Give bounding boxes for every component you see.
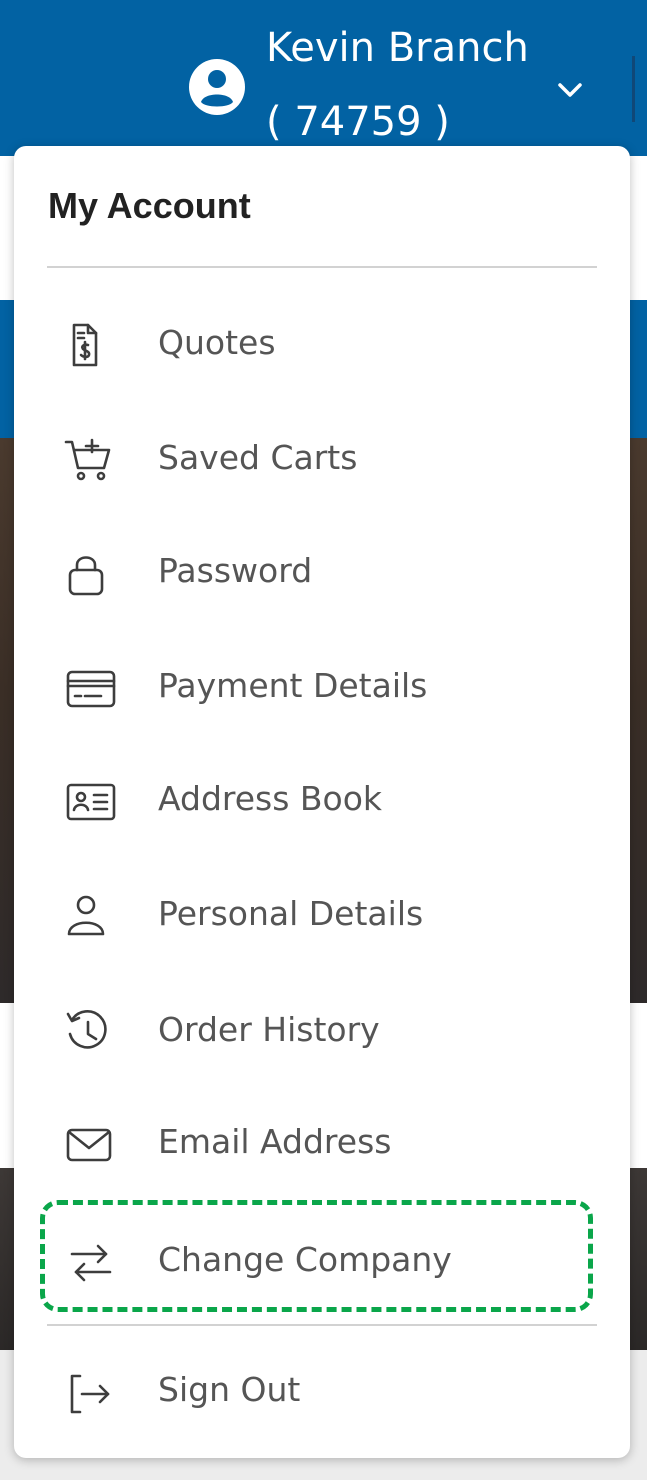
quote-document-icon <box>64 321 118 371</box>
menu-item-payment-details[interactable]: Payment Details <box>44 642 600 732</box>
credit-card-icon <box>64 664 118 714</box>
menu-item-address-book[interactable]: Address Book <box>44 755 600 845</box>
envelope-icon <box>64 1120 118 1170</box>
menu-sign-out-divider <box>47 1324 597 1326</box>
chevron-down-icon[interactable] <box>555 78 585 102</box>
menu-item-label: Saved Carts <box>158 438 358 477</box>
menu-item-label: Change Company <box>158 1240 452 1279</box>
menu-item-order-history[interactable]: Order History <box>44 986 600 1076</box>
menu-item-saved-carts[interactable]: Saved Carts <box>44 414 600 504</box>
menu-item-change-company[interactable]: Change Company <box>44 1216 600 1306</box>
sign-out-icon <box>64 1368 118 1418</box>
address-card-icon <box>64 777 118 827</box>
history-icon <box>64 1008 118 1058</box>
menu-item-label: Sign Out <box>158 1370 301 1409</box>
menu-item-password[interactable]: Password <box>44 527 600 617</box>
menu-item-label: Order History <box>158 1010 380 1049</box>
menu-item-label: Quotes <box>158 323 276 362</box>
swap-arrows-icon <box>64 1238 118 1288</box>
cart-add-icon <box>64 436 118 486</box>
menu-title: My Account <box>48 185 251 226</box>
menu-item-label: Payment Details <box>158 666 428 705</box>
menu-item-sign-out[interactable]: Sign Out <box>44 1346 600 1436</box>
menu-item-label: Password <box>158 551 313 590</box>
menu-item-label: Address Book <box>158 779 383 818</box>
user-account-id[interactable]: ( 74759 ) <box>266 96 450 148</box>
menu-item-label: Personal Details <box>158 894 424 933</box>
header-divider <box>632 56 635 122</box>
user-circle-icon[interactable] <box>188 58 246 116</box>
lock-icon <box>64 549 118 599</box>
top-navigation-bar: Kevin Branch ( 74759 ) <box>0 0 647 156</box>
menu-item-quotes[interactable]: Quotes <box>44 299 600 389</box>
my-account-dropdown: My Account Quotes Saved Carts Password P… <box>14 146 630 1458</box>
menu-item-label: Email Address <box>158 1122 392 1161</box>
menu-title-divider <box>47 266 597 268</box>
menu-item-personal-details[interactable]: Personal Details <box>44 870 600 960</box>
menu-item-email-address[interactable]: Email Address <box>44 1098 600 1188</box>
user-name[interactable]: Kevin Branch <box>266 22 529 74</box>
person-icon <box>64 892 118 942</box>
page: Kevin Branch ( 74759 ) My Account Quotes… <box>0 0 647 1480</box>
